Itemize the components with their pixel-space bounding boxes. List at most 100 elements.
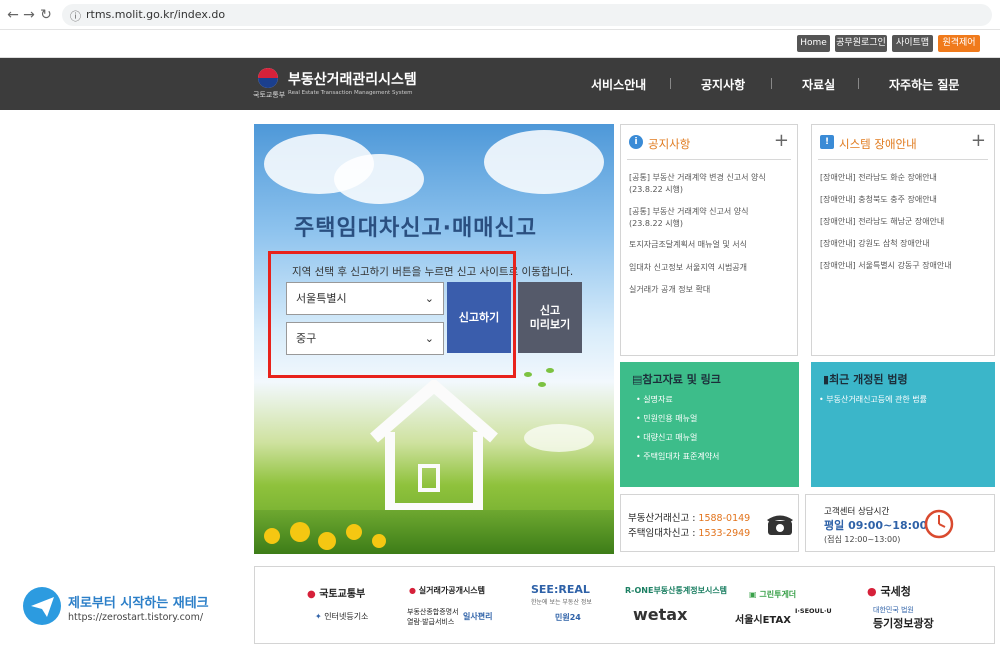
highlight-box — [268, 251, 516, 378]
flower-decoration — [346, 524, 362, 540]
address-bar[interactable]: ⓘ rtms.molit.go.kr/index.do — [62, 4, 992, 26]
flower-decoration — [290, 522, 310, 542]
link-realprice[interactable]: ● 실거래가공개시스템 — [409, 585, 485, 596]
notice-panel: i 공지사항 + [공통] 부동산 거래계약 변경 신고서 양식 (23.8.2… — [620, 124, 798, 356]
cloud-decoration — [524, 424, 594, 452]
outage-item[interactable]: [장애안내] 강원도 삼척 장애안내 — [820, 238, 984, 250]
reload-icon[interactable]: ↻ — [37, 6, 55, 24]
nav-divider — [771, 78, 772, 89]
reference-item[interactable]: • 주택임대차 표준계약서 — [636, 451, 719, 462]
nav-library[interactable]: 자료실 — [802, 76, 835, 93]
clock-icon — [924, 509, 954, 539]
house-outline-icon — [370, 380, 498, 510]
references-box: ▤참고자료 및 링크 • 실명자료 • 민원인용 매뉴얼 • 대량신고 매뉴얼 … — [620, 362, 799, 487]
customer-center-box: 고객센터 상담시간 평일 09:00~18:00 (점심 12:00~13:00… — [805, 494, 995, 552]
link-iseoul[interactable]: I·SEOUL·U — [795, 607, 832, 615]
related-links-bar: ● 국토교통부 ✦ 인터넷등기소 ● 실거래가공개시스템 부동산종합증명서 열람·… — [254, 566, 995, 644]
preview-button-line1: 신고 — [539, 304, 561, 317]
link-ilsa[interactable]: 일사편리 — [463, 611, 492, 622]
preview-button[interactable]: 신고 미리보기 — [518, 282, 582, 353]
info-icon: i — [629, 135, 643, 149]
outage-panel: ! 시스템 장애안내 + [장애안내] 전라남도 화순 장애안내 [장애안내] … — [811, 124, 995, 356]
link-registry[interactable]: 등기정보광장 — [873, 615, 934, 631]
contact-line: 주택임대차신고 : 1533-2949 — [628, 528, 751, 539]
link-etax[interactable]: 서울시ETAX — [735, 611, 791, 626]
seereal-tagline: 한눈에 보는 부동산 정보 — [531, 599, 592, 606]
outage-item[interactable]: [장애안내] 서울특별시 강동구 장애안내 — [820, 260, 984, 272]
green-building-icon: ▣ — [749, 590, 757, 599]
more-plus-icon[interactable]: + — [971, 130, 986, 151]
ministry-emblem-icon: ● — [409, 586, 416, 595]
notice-title[interactable]: 공지사항 — [648, 136, 690, 152]
leaf-decoration — [524, 372, 532, 377]
nav-service[interactable]: 서비스안내 — [591, 76, 646, 93]
link-wetax[interactable]: wetax — [633, 605, 687, 624]
nav-notice[interactable]: 공지사항 — [701, 76, 745, 93]
info-icon[interactable]: ⓘ — [70, 8, 81, 24]
preview-button-line2: 미리보기 — [529, 318, 571, 331]
ministry-emblem-icon: ● — [307, 589, 316, 600]
site-header: 국토교통부 부동산거래관리시스템 Real Estate Transaction… — [0, 58, 1000, 110]
notice-item[interactable]: 토지자금조달계획서 매뉴얼 및 서식 — [629, 239, 793, 251]
telephone-icon — [767, 515, 793, 535]
outage-title[interactable]: 시스템 장애안내 — [839, 136, 917, 152]
leaf-decoration — [538, 382, 546, 387]
center-title: 고객센터 상담시간 — [824, 507, 890, 517]
outage-item[interactable]: [장애안내] 전라남도 화순 장애안내 — [820, 172, 984, 184]
sitemap-button[interactable]: 사이트맵 — [892, 35, 933, 52]
outage-item[interactable]: [장애안내] 전라남도 해남군 장애안내 — [820, 216, 984, 228]
link-docs-service[interactable]: 부동산종합증명서 열람·발급서비스 — [407, 607, 459, 627]
notice-item[interactable]: [공통] 부동산 거래계약 신고서 양식 — [629, 206, 793, 218]
references-title[interactable]: ▤참고자료 및 링크 — [632, 371, 721, 387]
reference-item[interactable]: • 실명자료 — [636, 394, 673, 405]
laws-title[interactable]: ▮최근 개정된 법령 — [823, 371, 908, 387]
official-login-button[interactable]: 공무원로그인 — [835, 35, 887, 52]
utility-bar: Home 공무원로그인 사이트맵 원격제어 — [0, 30, 1000, 58]
blog-watermark: 제로부터 시작하는 재테크 https://zerostart.tistory.… — [22, 586, 209, 630]
center-lunch: (점심 12:00~13:00) — [824, 535, 901, 544]
notice-item-date: (23.8.22 시행) — [629, 219, 684, 228]
book-icon: ▤ — [632, 373, 643, 386]
link-molit[interactable]: ● 국토교통부 — [307, 585, 365, 600]
outage-item[interactable]: [장애안내] 충청북도 충주 장애안내 — [820, 194, 984, 206]
link-minwon24[interactable]: 민원24 — [555, 612, 581, 623]
link-rone[interactable]: R-ONE부동산통계정보시스템 — [625, 585, 727, 596]
notice-item[interactable]: [공통] 부동산 거래계약 변경 신고서 양식 — [629, 172, 793, 184]
blog-title: 제로부터 시작하는 재테크 — [68, 596, 209, 611]
ministry-name: 국토교통부 — [253, 91, 286, 99]
nav-divider — [670, 78, 671, 89]
link-court[interactable]: 대한민국 법원 — [873, 605, 914, 615]
more-plus-icon[interactable]: + — [774, 130, 789, 151]
notice-item[interactable]: 임대차 신고정보 서울지역 시범공개 — [629, 262, 793, 274]
link-nts[interactable]: ● 국세청 — [867, 583, 911, 599]
site-title-english: Real Estate Transaction Management Syste… — [288, 90, 413, 96]
browser-toolbar: ← → ↻ ⓘ rtms.molit.go.kr/index.do — [0, 0, 1000, 30]
ministry-emblem-icon — [258, 68, 278, 88]
blog-url: https://zerostart.tistory.com/ — [68, 612, 204, 623]
leaf-decoration — [546, 368, 554, 373]
notice-item[interactable]: 실거래가 공개 정보 확대 — [629, 284, 793, 296]
divider — [818, 159, 988, 160]
remote-control-button[interactable]: 원격제어 — [938, 35, 980, 52]
nav-divider — [858, 78, 859, 89]
address-url: rtms.molit.go.kr/index.do — [86, 8, 226, 21]
forward-icon[interactable]: → — [20, 6, 38, 24]
center-hours: 평일 09:00~18:00 — [824, 519, 928, 532]
reference-item[interactable]: • 대량신고 매뉴얼 — [636, 432, 697, 443]
flower-decoration — [264, 528, 280, 544]
phone-contact-box: 부동산거래신고 : 1588-0149 주택임대차신고 : 1533-2949 — [620, 494, 799, 552]
alert-icon: ! — [820, 135, 834, 149]
home-button[interactable]: Home — [797, 35, 830, 52]
law-item[interactable]: • 부동산거래신고등에 관한 법률 — [819, 394, 927, 405]
link-greenbook[interactable]: ▣ 그린투게더 — [749, 589, 796, 600]
nav-faq[interactable]: 자주하는 질문 — [889, 76, 959, 93]
link-internet-registry[interactable]: ✦ 인터넷등기소 — [315, 611, 368, 622]
contact-line: 부동산거래신고 : 1588-0149 — [628, 513, 751, 524]
flower-decoration — [318, 532, 336, 550]
site-title[interactable]: 부동산거래관리시스템 — [288, 69, 417, 89]
notice-item-date: (23.8.22 시행) — [629, 185, 684, 194]
hero-title: 주택임대차신고·매매신고 — [294, 216, 537, 241]
cloud-decoration — [484, 130, 604, 194]
link-seereal[interactable]: SEE:REAL — [531, 583, 590, 596]
reference-item[interactable]: • 민원인용 매뉴얼 — [636, 413, 697, 424]
